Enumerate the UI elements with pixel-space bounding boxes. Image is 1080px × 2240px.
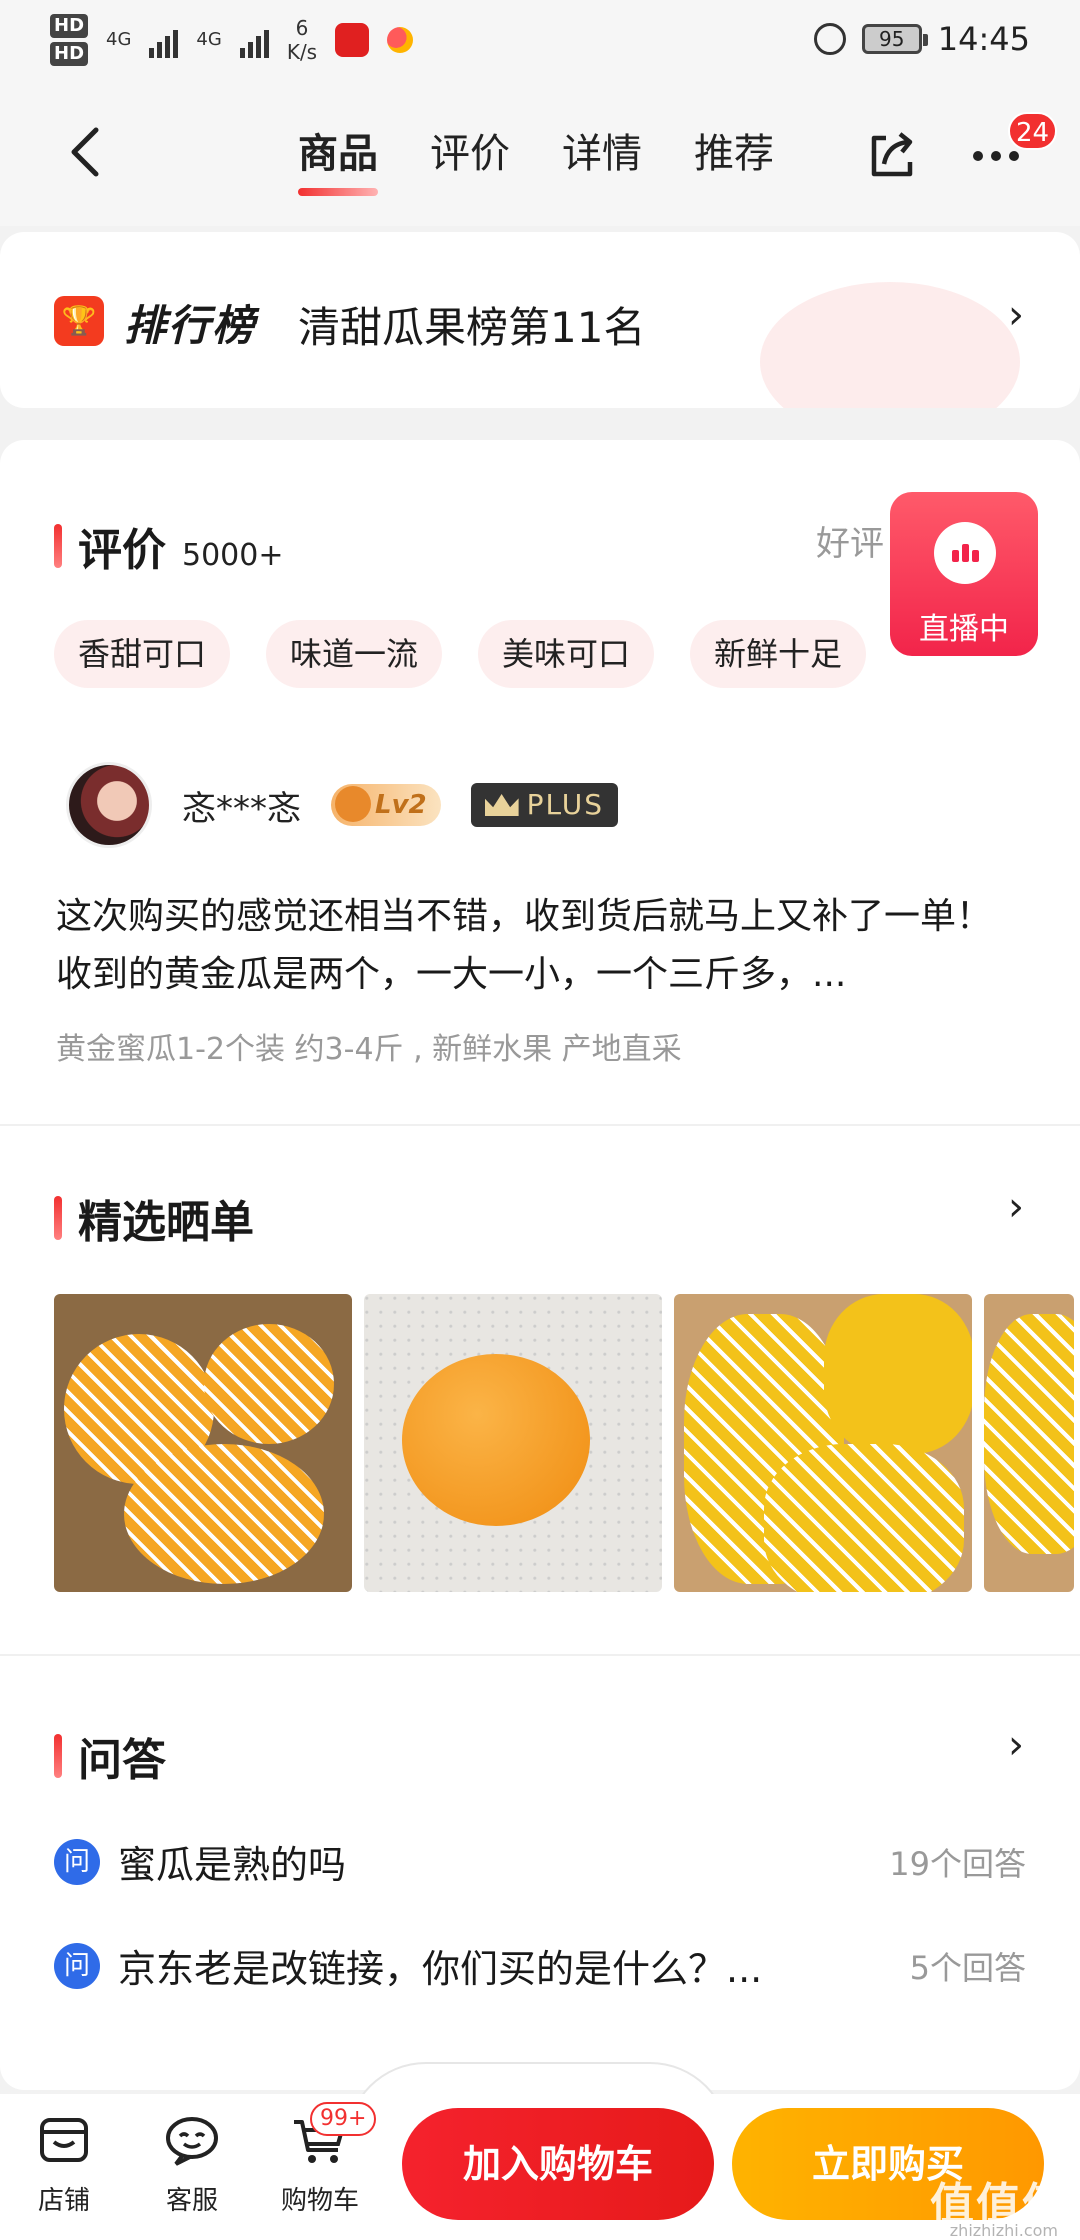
reviews-header[interactable]: 评价 5000+ — [54, 514, 283, 578]
review-photo[interactable] — [674, 1294, 972, 1592]
add-to-cart-button[interactable]: 加入购物车 — [402, 2108, 714, 2220]
status-right: 95 14:45 — [813, 20, 1030, 58]
ranking-label: 排行榜 — [124, 301, 257, 350]
speed-value: 6 — [295, 16, 309, 40]
section-accent-bar — [54, 524, 62, 568]
qa-question: 蜜瓜是熟的吗 — [118, 1843, 347, 1887]
status-left: HD HD 4G 4G 6 K/s — [50, 14, 414, 66]
tab-recommend[interactable]: 推荐 — [694, 126, 774, 182]
reviewer-info: 忞***忞 Lv2 PLUS — [66, 762, 618, 848]
ranking-banner[interactable]: 🏆 排行榜 清甜瓜果榜第11名 › — [0, 232, 1080, 408]
status-bar: HD HD 4G 4G 6 K/s 95 14:45 — [0, 0, 1080, 86]
qa-answer-count: 19个回答 — [889, 1844, 1026, 1883]
tab-details[interactable]: 详情 — [562, 126, 642, 182]
review-photo[interactable] — [984, 1294, 1074, 1592]
shop-label: 店铺 — [37, 2186, 90, 2216]
photo-strip — [54, 1294, 1074, 1592]
signal-icon-2 — [239, 22, 269, 58]
speed-unit: K/s — [286, 40, 318, 64]
review-sku: 黄金蜜瓜1-2个装 约3-4斤 , 新鲜水果 产地直采 — [56, 1032, 682, 1067]
reviewer-name: 忞***忞 — [182, 788, 301, 829]
qa-item[interactable]: 问 京东老是改链接，你们买的是什么？... 5个回答 — [54, 1938, 1026, 1993]
app-notification-icon — [335, 23, 370, 57]
section-accent-bar — [54, 1196, 62, 1240]
qa-answer-count: 5个回答 — [909, 1948, 1026, 1987]
review-text[interactable]: 这次购买的感觉还相当不错，收到货后就马上又补了一单！收到的黄金瓜是两个，一大一小… — [56, 888, 1016, 1004]
review-tag[interactable]: 新鲜十足 — [690, 620, 867, 688]
chevron-right-icon: › — [1008, 292, 1024, 338]
hd2-badge: HD — [50, 42, 89, 66]
qa-header[interactable]: 问答 — [54, 1724, 166, 1788]
signal-icon — [149, 22, 179, 58]
trophy-icon: 🏆 — [54, 296, 104, 346]
tab-bar: 商品 评价 详情 推荐 — [298, 126, 774, 196]
share-button[interactable] — [862, 124, 922, 184]
level-badge: Lv2 — [331, 784, 441, 826]
share-icon — [871, 132, 913, 177]
watermark-url: zhizhizhi.com — [949, 2221, 1058, 2240]
crown-icon — [484, 794, 519, 816]
service-label: 客服 — [165, 2186, 218, 2216]
plus-label: PLUS — [526, 788, 604, 821]
question-icon: 问 — [54, 1838, 100, 1885]
reviews-title: 评价 — [78, 525, 166, 576]
network-type-1: 4G — [106, 29, 132, 50]
chat-icon — [166, 2117, 218, 2166]
review-tags: 香甜可口 味道一流 美味可口 新鲜十足 — [54, 620, 867, 688]
reviews-count: 5000+ — [182, 538, 284, 573]
customer-service-button[interactable]: 客服 — [142, 2114, 242, 2217]
ranking-bg-decoration — [760, 282, 1020, 408]
divider — [0, 1654, 1080, 1656]
battery-icon: 95 — [861, 24, 928, 54]
cart-label: 购物车 — [280, 2186, 359, 2216]
back-arrow-icon — [71, 127, 99, 177]
content-card: 评价 5000+ 好评 香甜可口 味道一流 美味可口 新鲜十足 忞***忞 Lv… — [0, 440, 1080, 2090]
shop-button[interactable]: 店铺 — [14, 2114, 114, 2217]
qa-title: 问答 — [78, 1735, 166, 1786]
review-photo[interactable] — [364, 1294, 662, 1592]
ranking-text: 清甜瓜果榜第11名 — [298, 303, 646, 352]
live-icon — [934, 522, 996, 584]
live-stream-button[interactable]: 直播中 — [890, 492, 1038, 656]
hd1-badge: HD — [50, 14, 89, 38]
qa-item[interactable]: 问 蜜瓜是熟的吗 19个回答 — [54, 1834, 1026, 1889]
network-type-2: 4G — [196, 29, 222, 50]
chevron-right-icon[interactable]: › — [1008, 1184, 1024, 1230]
good-rate-label[interactable]: 好评 — [816, 516, 884, 565]
alarm-icon — [813, 23, 846, 55]
shop-icon — [40, 2118, 88, 2162]
sim-indicators: HD HD — [50, 14, 89, 66]
section-accent-bar — [54, 1734, 62, 1778]
cart-button[interactable]: 99+ 购物车 — [270, 2102, 377, 2217]
question-icon: 问 — [54, 1942, 100, 1989]
tab-product[interactable]: 商品 — [298, 126, 378, 196]
plus-badge: PLUS — [470, 783, 618, 827]
clock: 14:45 — [937, 20, 1030, 58]
review-photo[interactable] — [54, 1294, 352, 1592]
network-speed: 6 K/s — [287, 16, 317, 64]
tab-reviews[interactable]: 评价 — [430, 126, 510, 182]
review-tag[interactable]: 味道一流 — [266, 620, 443, 688]
back-button[interactable] — [58, 122, 118, 182]
divider — [0, 1124, 1080, 1126]
review-tag[interactable]: 香甜可口 — [54, 620, 231, 688]
avatar — [66, 762, 152, 848]
photos-header[interactable]: 精选晒单 — [54, 1186, 254, 1250]
review-tag[interactable]: 美味可口 — [478, 620, 655, 688]
chevron-right-icon[interactable]: › — [1008, 1722, 1024, 1768]
photos-title: 精选晒单 — [78, 1197, 254, 1248]
cart-count-badge: 99+ — [310, 2102, 377, 2136]
live-label: 直播中 — [919, 612, 1009, 647]
app-notification-icon-2 — [387, 27, 414, 53]
top-nav: 商品 评价 详情 推荐 24 — [0, 86, 1080, 226]
qa-question: 京东老是改链接，你们买的是什么？... — [118, 1947, 763, 1991]
message-badge: 24 — [1008, 112, 1058, 150]
